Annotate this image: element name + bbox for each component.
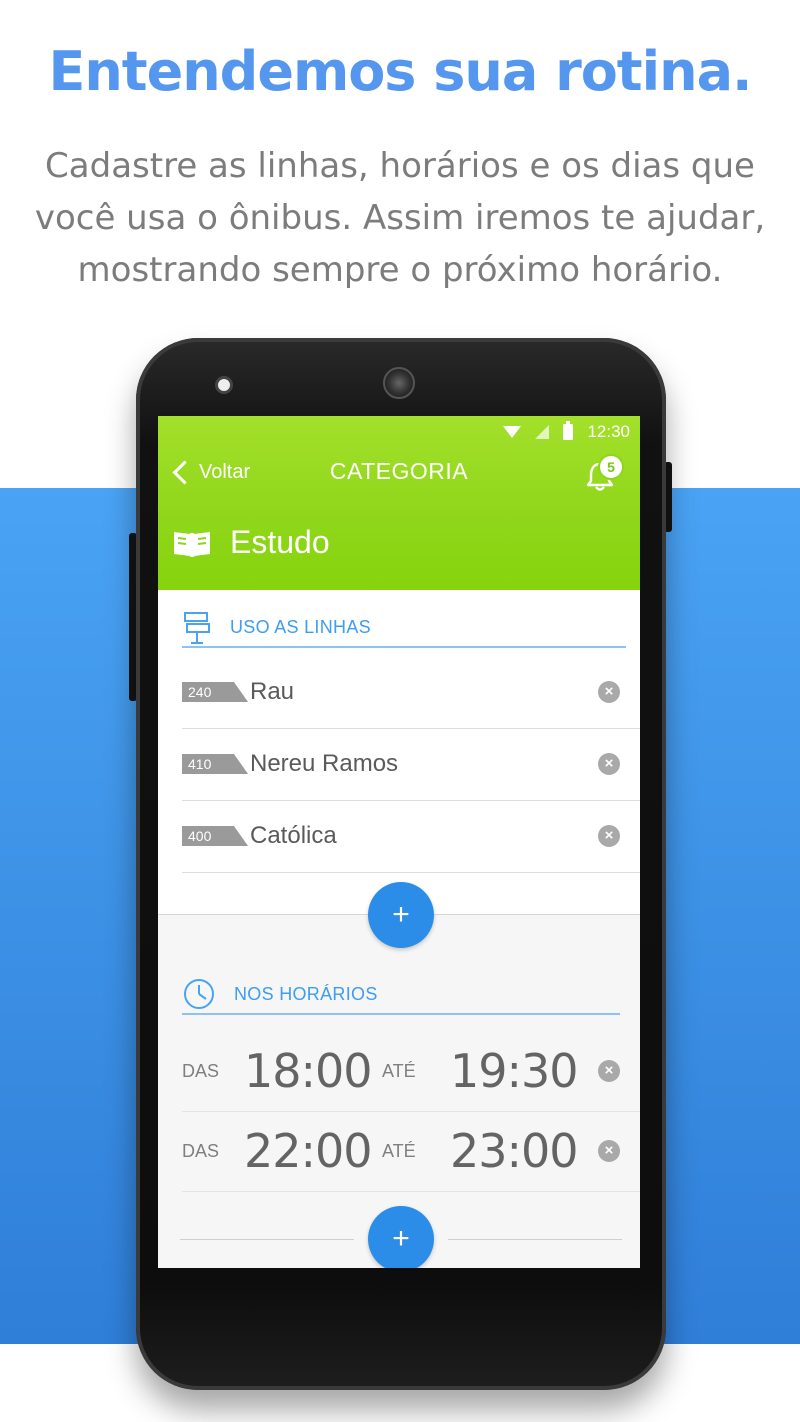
status-bar: 12:30 (503, 421, 630, 442)
divider (180, 1239, 354, 1240)
to-label: ATÉ (382, 1140, 416, 1161)
promo-headline: Entendemos sua rotina. (48, 40, 752, 103)
category-heading: Estudo (172, 524, 330, 561)
phone-sensor (215, 376, 233, 394)
app-header: 12:30 Voltar CATEGORIA 5 Estudo (158, 416, 640, 590)
remove-line-button[interactable]: × (598, 825, 620, 847)
line-number-tag: 410 (182, 754, 248, 774)
status-time: 12:30 (587, 422, 630, 441)
book-icon (174, 531, 210, 557)
to-time[interactable]: 19:30 (450, 1044, 579, 1098)
remove-time-button[interactable]: × (598, 1140, 620, 1162)
line-number-tag: 240 (182, 682, 248, 702)
promo-description-line: mostrando sempre o próximo horário. (77, 250, 723, 290)
lines-section-title: USO AS LINHAS (230, 616, 371, 637)
line-name: Rau (250, 678, 295, 705)
clock-icon (184, 979, 214, 1009)
promo-description-line: você usa o ônibus. Assim iremos te ajuda… (34, 198, 766, 238)
signal-icon (535, 425, 550, 439)
divider (448, 1239, 622, 1240)
promo-description-line: Cadastre as linhas, horários e os dias q… (45, 146, 755, 186)
lines-section-header: USO AS LINHAS (182, 608, 626, 648)
phone-camera (383, 367, 415, 399)
signpost-icon (184, 612, 210, 644)
add-line-button[interactable]: + (368, 882, 434, 948)
line-number-tag: 400 (182, 826, 248, 846)
remove-line-button[interactable]: × (598, 681, 620, 703)
time-range-row[interactable]: DAS 22:00 ATÉ 23:00 × (182, 1111, 640, 1192)
promo-description: Cadastre as linhas, horários e os dias q… (30, 140, 770, 296)
line-item[interactable]: 240 Rau × (182, 656, 640, 729)
category-label: Estudo (230, 524, 330, 560)
line-name: Católica (250, 822, 337, 849)
remove-time-button[interactable]: × (598, 1060, 620, 1082)
line-item[interactable]: 400 Católica × (182, 800, 640, 873)
times-section-header: NOS HORÁRIOS (182, 975, 620, 1015)
line-name: Nereu Ramos (250, 750, 399, 777)
page-title: CATEGORIA (329, 458, 469, 484)
to-label: ATÉ (382, 1060, 416, 1081)
from-time[interactable]: 18:00 (244, 1044, 382, 1098)
phone-screen: 12:30 Voltar CATEGORIA 5 Estudo USO AS L… (158, 416, 640, 1268)
wifi-icon (503, 426, 522, 438)
to-time[interactable]: 23:00 (450, 1124, 579, 1178)
add-time-button[interactable]: + (368, 1206, 434, 1268)
from-label: DAS (182, 1060, 220, 1081)
notification-badge: 5 (598, 454, 624, 480)
line-item[interactable]: 410 Nereu Ramos × (182, 728, 640, 801)
remove-line-button[interactable]: × (598, 753, 620, 775)
battery-icon (563, 421, 574, 440)
from-time[interactable]: 22:00 (244, 1124, 382, 1178)
time-range-row[interactable]: DAS 18:00 ATÉ 19:30 × (182, 1031, 640, 1112)
from-label: DAS (182, 1140, 220, 1161)
times-section-title: NOS HORÁRIOS (234, 983, 378, 1004)
